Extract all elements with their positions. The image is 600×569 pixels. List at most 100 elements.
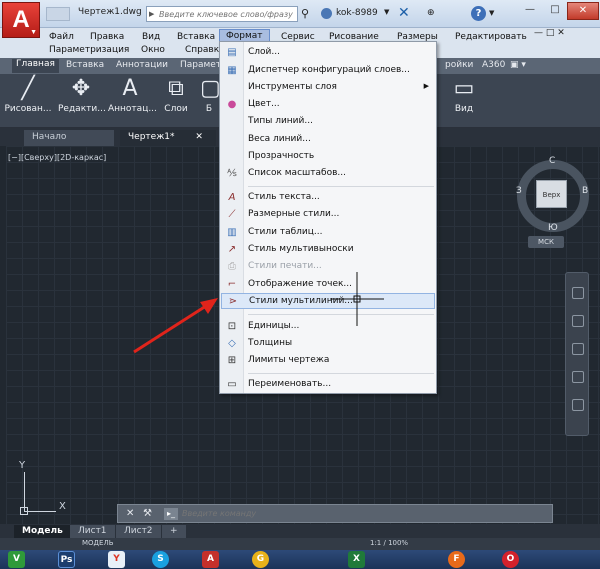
menu-item-layer-states[interactable]: ▦ Диспетчер конфигураций слоев... — [221, 63, 435, 79]
modify-panel-button[interactable]: ✥ Редакти... — [58, 74, 106, 122]
viewport-controls-label[interactable]: [−][Сверху][2D-каркас] — [8, 153, 106, 162]
menu-window[interactable]: Окно — [141, 45, 165, 55]
close-icon[interactable]: ✕ — [126, 508, 134, 519]
application-menu-button[interactable]: A ▼ — [2, 2, 40, 38]
menu-edit[interactable]: Правка — [90, 32, 124, 42]
chevron-down-icon[interactable]: ▼ — [489, 9, 494, 17]
menu-item-dim-style[interactable]: ⟋ Размерные стили... — [221, 207, 435, 223]
user-name[interactable]: kok-8989 — [336, 8, 378, 18]
compass-west[interactable]: З — [516, 186, 522, 196]
tab-model[interactable]: Модель — [14, 525, 71, 538]
tab-addins[interactable]: ройки — [445, 60, 473, 70]
firefox-icon[interactable]: F — [448, 551, 465, 568]
menu-item-units[interactable]: ⊡ Единицы... — [221, 319, 435, 335]
layers-panel-button[interactable]: ⧉ Слои — [156, 74, 196, 122]
menu-item-mleader-style[interactable]: ↗ Стиль мультивыноски — [221, 242, 435, 258]
menu-separator — [248, 373, 434, 374]
chevron-down-icon[interactable]: ▼ — [384, 8, 389, 16]
menu-item-color[interactable]: ● Цвет... — [221, 97, 435, 113]
menu-insert[interactable]: Вставка — [177, 32, 215, 42]
minimize-button[interactable]: — — [518, 2, 542, 20]
chrome-icon[interactable]: G — [252, 551, 269, 568]
opera-icon[interactable]: O — [502, 551, 519, 568]
skype-icon[interactable]: S — [152, 551, 169, 568]
menu-item-linetypes[interactable]: Типы линий... — [221, 114, 435, 130]
view-panel-button[interactable]: ▭ Вид — [446, 74, 482, 122]
menu-item-thickness[interactable]: ◇ Толщины — [221, 336, 435, 352]
file-tab-start[interactable]: Начало — [24, 130, 114, 146]
search-expand-icon[interactable]: ▶ — [149, 10, 156, 19]
viewcube[interactable]: Верх С Ю З В — [513, 156, 593, 236]
menu-separator — [248, 186, 434, 187]
orbit-icon[interactable] — [572, 371, 584, 383]
layers-icon: ⧉ — [168, 76, 184, 101]
menu-item-drawing-limits[interactable]: ⊞ Лимиты чертежа — [221, 353, 435, 369]
pan-hand-icon[interactable] — [572, 315, 584, 327]
exchange-icon[interactable]: ✕ — [398, 5, 413, 21]
connect-icon[interactable]: ⊕ — [427, 8, 435, 18]
maximize-button[interactable]: □ — [543, 2, 567, 20]
showmotion-icon[interactable] — [572, 399, 584, 411]
binoculars-icon[interactable]: ⚲ — [301, 7, 309, 20]
tab-layout1[interactable]: Лист1 — [70, 525, 115, 538]
compass-north[interactable]: С — [549, 156, 555, 166]
status-scale[interactable]: 1:1 / 100% — [370, 539, 408, 547]
command-prompt-icon[interactable]: ▸_ — [164, 508, 178, 520]
user-icon[interactable] — [321, 8, 332, 19]
submenu-arrow-icon: ▶ — [423, 82, 429, 90]
rename-icon: ▭ — [227, 379, 237, 390]
tab-a360[interactable]: A360 — [482, 60, 505, 70]
document-window-buttons[interactable]: — □ ✕ — [534, 28, 565, 38]
compass-east[interactable]: В — [582, 186, 588, 196]
tab-layout2[interactable]: Лист2 — [116, 525, 161, 538]
menu-item-layer[interactable]: ▤ Слой... — [221, 45, 435, 61]
tab-home[interactable]: Главная — [12, 59, 59, 73]
close-tab-icon[interactable]: ✕ — [195, 132, 203, 142]
block-panel-button[interactable]: ▢ Б — [200, 74, 221, 122]
help-icon[interactable]: ? — [471, 6, 486, 21]
menu-item-mline-style[interactable]: ⋗ Стили мультилиний... — [221, 293, 435, 309]
excel-icon[interactable]: X — [348, 551, 365, 568]
command-input[interactable] — [182, 506, 542, 521]
tab-annotate[interactable]: Аннотации — [116, 60, 168, 70]
zoom-icon[interactable] — [572, 343, 584, 355]
menu-view[interactable]: Вид — [142, 32, 160, 42]
search-box[interactable]: ▶ — [146, 6, 298, 22]
file-tab-drawing1[interactable]: Чертеж1* ✕ — [120, 130, 216, 146]
tab-insert[interactable]: Вставка — [66, 60, 104, 70]
arrow-shaft — [133, 304, 207, 354]
photoshop-icon[interactable]: Ps — [58, 551, 75, 568]
menu-item-lineweights[interactable]: Веса линий... — [221, 132, 435, 148]
status-model[interactable]: МОДЕЛЬ — [82, 539, 114, 547]
menu-modify[interactable]: Редактировать — [455, 32, 527, 42]
menu-item-table-style[interactable]: ▥ Стили таблиц... — [221, 225, 435, 241]
menu-item-point-style[interactable]: ⌐ Отображение точек... — [221, 277, 435, 293]
compass-south[interactable]: Ю — [548, 223, 558, 233]
viewcube-top-face[interactable]: Верх — [536, 180, 567, 208]
ucs-menu-button[interactable]: МСК — [528, 236, 564, 248]
ribbon-minimize-icon[interactable]: ▣ ▾ — [510, 60, 526, 70]
menu-item-scale-list[interactable]: ⅍ Список масштабов... — [221, 166, 435, 182]
table-style-icon: ▥ — [227, 227, 237, 238]
annotation-panel-button[interactable]: A Аннотац... — [108, 74, 157, 122]
autocad-taskbar-icon[interactable]: A — [202, 551, 219, 568]
quick-access-toolbar[interactable] — [46, 7, 70, 21]
color-wheel-icon: ● — [227, 99, 237, 110]
add-layout-button[interactable]: + — [162, 525, 186, 538]
menu-item-rename[interactable]: ▭ Переименовать... — [221, 377, 435, 393]
yandex-icon[interactable]: Y — [108, 551, 125, 568]
dim-style-icon: ⟋ — [228, 209, 236, 220]
menu-item-text-style[interactable]: A Стиль текста... — [221, 190, 435, 206]
search-input[interactable] — [159, 7, 297, 21]
menu-parametric[interactable]: Параметризация — [49, 45, 129, 55]
taskbar-app-icon[interactable]: V — [8, 551, 25, 568]
menu-item-plot-style: ⎙ Стили печати... — [228, 261, 322, 272]
wrench-icon[interactable]: ⚒ — [143, 508, 152, 519]
steering-wheel-icon[interactable] — [572, 287, 584, 299]
menu-item-transparency[interactable]: Прозрачность — [221, 149, 435, 165]
close-button[interactable]: ✕ — [567, 2, 599, 20]
draw-panel-button[interactable]: ╱ Рисован... — [4, 74, 52, 122]
menu-item-layer-tools[interactable]: Инструменты слоя ▶ — [221, 80, 435, 96]
menu-file[interactable]: Файл — [49, 32, 74, 42]
layer-icon: ▤ — [227, 47, 237, 58]
